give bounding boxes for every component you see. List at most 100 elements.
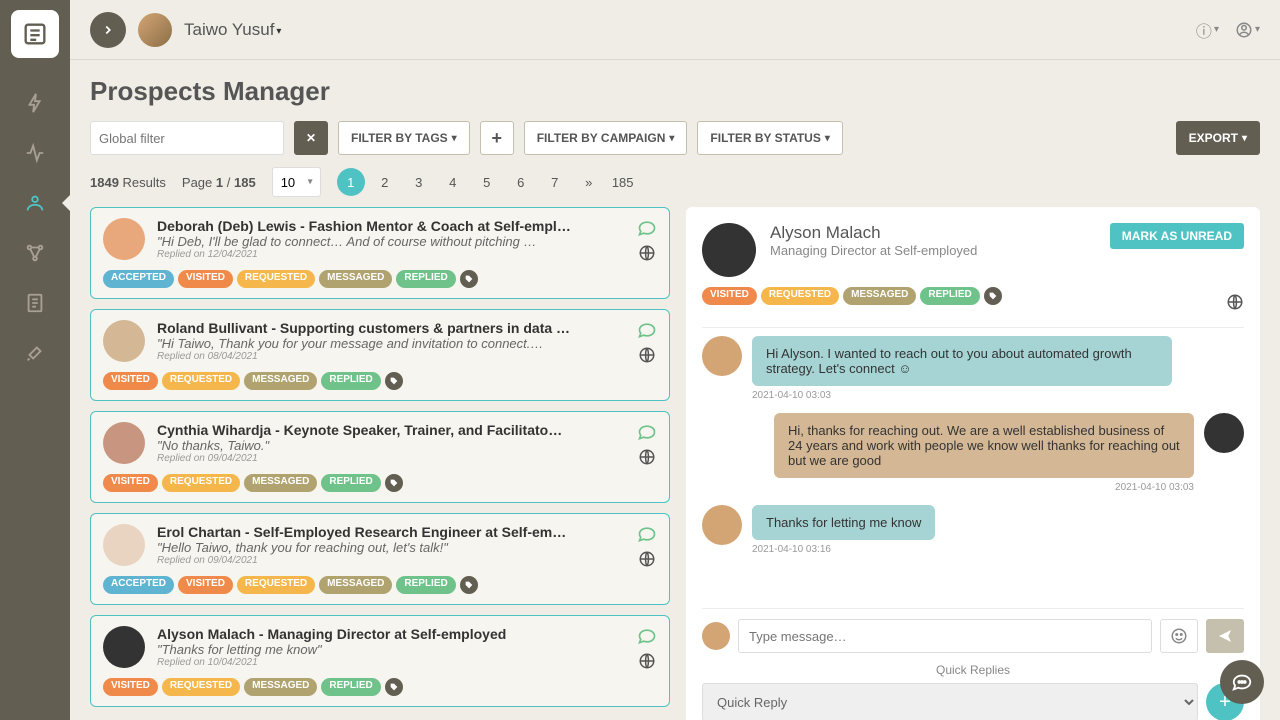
message-bubble: Hi Alyson. I wanted to reach out to you … bbox=[752, 336, 1172, 386]
prospect-card[interactable]: Cynthia Wihardja - Keynote Speaker, Trai… bbox=[90, 411, 670, 503]
status-tag-visited: VISITED bbox=[103, 372, 158, 390]
prospect-tags: ACCEPTEDVISITEDREQUESTEDMESSAGEDREPLIED bbox=[103, 270, 657, 288]
prospect-title: Deborah (Deb) Lewis - Fashion Mentor & C… bbox=[157, 218, 625, 234]
prospect-title: Cynthia Wihardja - Keynote Speaker, Trai… bbox=[157, 422, 625, 438]
tag-icon[interactable] bbox=[460, 270, 478, 288]
tag-icon[interactable] bbox=[385, 474, 403, 492]
chat-icon[interactable] bbox=[637, 320, 657, 340]
chat-icon[interactable] bbox=[637, 218, 657, 238]
message-avatar bbox=[702, 336, 742, 376]
globe-icon[interactable] bbox=[638, 448, 656, 466]
collapse-sidebar-button[interactable] bbox=[90, 12, 126, 48]
chat-icon[interactable] bbox=[637, 524, 657, 544]
globe-icon[interactable] bbox=[638, 652, 656, 670]
filter-by-tags-button[interactable]: FILTER BY TAGS▾ bbox=[338, 121, 470, 155]
nav-prospects-icon[interactable] bbox=[16, 184, 54, 222]
status-tag-requested: REQUESTED bbox=[162, 474, 240, 492]
page-title: Prospects Manager bbox=[90, 76, 1260, 107]
export-button[interactable]: EXPORT▾ bbox=[1176, 121, 1260, 155]
prospect-avatar bbox=[103, 320, 145, 362]
prospect-card[interactable]: Roland Bullivant - Supporting customers … bbox=[90, 309, 670, 401]
page-button[interactable]: 7 bbox=[541, 168, 569, 196]
filter-bar: ✕ FILTER BY TAGS▾ + FILTER BY CAMPAIGN▾ … bbox=[90, 121, 1260, 155]
nav-tools-icon[interactable] bbox=[16, 334, 54, 372]
prospect-tags: VISITEDREQUESTEDMESSAGEDREPLIED bbox=[103, 372, 657, 390]
status-tag-messaged: MESSAGED bbox=[244, 474, 317, 492]
prospect-avatar bbox=[103, 626, 145, 668]
message-avatar bbox=[1204, 413, 1244, 453]
quick-replies-label: Quick Replies bbox=[702, 663, 1244, 677]
status-tag-requested: REQUESTED bbox=[162, 372, 240, 390]
message-time: 2021-04-10 03:03 bbox=[752, 390, 1172, 401]
account-icon[interactable]: ▾ bbox=[1235, 18, 1260, 42]
status-tag-replied: REPLIED bbox=[920, 287, 979, 305]
chat-icon[interactable] bbox=[637, 422, 657, 442]
global-filter-input[interactable] bbox=[90, 121, 284, 155]
page-button[interactable]: 6 bbox=[507, 168, 535, 196]
page-button[interactable]: 3 bbox=[405, 168, 433, 196]
composer-avatar bbox=[702, 622, 730, 650]
prospect-preview: "No thanks, Taiwo." bbox=[157, 438, 625, 453]
user-avatar[interactable] bbox=[138, 13, 172, 47]
prospect-title: Erol Chartan - Self-Employed Research En… bbox=[157, 524, 625, 540]
detail-tags: VISITEDREQUESTEDMESSAGEDREPLIED bbox=[702, 287, 1002, 305]
tag-icon[interactable] bbox=[984, 287, 1002, 305]
quick-reply-select[interactable]: Quick Reply bbox=[702, 683, 1198, 720]
filter-by-status-button[interactable]: FILTER BY STATUS▾ bbox=[697, 121, 842, 155]
prospect-avatar bbox=[103, 218, 145, 260]
status-tag-requested: REQUESTED bbox=[162, 678, 240, 696]
page-button[interactable]: 4 bbox=[439, 168, 467, 196]
nav-activity-icon[interactable] bbox=[16, 84, 54, 122]
message-time: 2021-04-10 03:03 bbox=[774, 482, 1194, 493]
username-label: Taiwo Yusuf bbox=[184, 20, 274, 40]
emoji-button[interactable] bbox=[1160, 619, 1198, 653]
prospect-card[interactable]: Deborah (Deb) Lewis - Fashion Mentor & C… bbox=[90, 207, 670, 299]
status-tag-messaged: MESSAGED bbox=[244, 372, 317, 390]
clear-filter-button[interactable]: ✕ bbox=[294, 121, 328, 155]
filter-by-campaign-button[interactable]: FILTER BY CAMPAIGN▾ bbox=[524, 121, 688, 155]
globe-icon[interactable] bbox=[638, 346, 656, 364]
page-button[interactable]: 1 bbox=[337, 168, 365, 196]
chat-thread: Hi Alyson. I wanted to reach out to you … bbox=[702, 327, 1244, 609]
page-button[interactable]: 5 bbox=[473, 168, 501, 196]
nav-document-icon[interactable] bbox=[16, 284, 54, 322]
message-input[interactable] bbox=[738, 619, 1152, 653]
globe-icon[interactable] bbox=[1226, 293, 1244, 311]
tag-icon[interactable] bbox=[385, 678, 403, 696]
message-time: 2021-04-10 03:16 bbox=[752, 544, 935, 555]
nav-pulse-icon[interactable] bbox=[16, 134, 54, 172]
status-tag-requested: REQUESTED bbox=[237, 576, 315, 594]
status-tag-visited: VISITED bbox=[103, 474, 158, 492]
tag-icon[interactable] bbox=[460, 576, 478, 594]
tag-icon[interactable] bbox=[385, 372, 403, 390]
detail-avatar bbox=[702, 223, 756, 277]
send-button[interactable] bbox=[1206, 619, 1244, 653]
page-button[interactable]: 185 bbox=[609, 168, 637, 196]
page-button[interactable]: 2 bbox=[371, 168, 399, 196]
globe-icon[interactable] bbox=[638, 550, 656, 568]
results-summary: 1849 Results Page 1 / 185 10 1234567»185 bbox=[90, 167, 1260, 197]
message-row: Thanks for letting me know 2021-04-10 03:… bbox=[702, 505, 1244, 555]
globe-icon[interactable] bbox=[638, 244, 656, 262]
per-page-select[interactable]: 10 bbox=[272, 167, 321, 197]
message-row: Hi Alyson. I wanted to reach out to you … bbox=[702, 336, 1244, 401]
prospect-card[interactable]: Alyson Malach - Managing Director at Sel… bbox=[90, 615, 670, 707]
user-dropdown-caret[interactable] bbox=[274, 21, 281, 39]
add-tag-filter-button[interactable]: + bbox=[480, 121, 514, 155]
prospect-card[interactable]: Erol Chartan - Self-Employed Research En… bbox=[90, 513, 670, 605]
help-chat-button[interactable] bbox=[1220, 660, 1264, 704]
prospect-tags: VISITEDREQUESTEDMESSAGEDREPLIED bbox=[103, 678, 657, 696]
detail-name: Alyson Malach bbox=[770, 223, 1096, 243]
nav-network-icon[interactable] bbox=[16, 234, 54, 272]
status-tag-accepted: ACCEPTED bbox=[103, 576, 174, 594]
info-icon[interactable]: ⓘ▾ bbox=[1196, 18, 1219, 42]
status-tag-replied: REPLIED bbox=[321, 474, 380, 492]
status-tag-replied: REPLIED bbox=[321, 372, 380, 390]
page-button[interactable]: » bbox=[575, 168, 603, 196]
message-bubble: Thanks for letting me know bbox=[752, 505, 935, 540]
prospect-title: Roland Bullivant - Supporting customers … bbox=[157, 320, 625, 336]
mark-unread-button[interactable]: MARK AS UNREAD bbox=[1110, 223, 1244, 249]
status-tag-visited: VISITED bbox=[178, 576, 233, 594]
pagination: 1234567»185 bbox=[337, 168, 637, 196]
chat-icon[interactable] bbox=[637, 626, 657, 646]
